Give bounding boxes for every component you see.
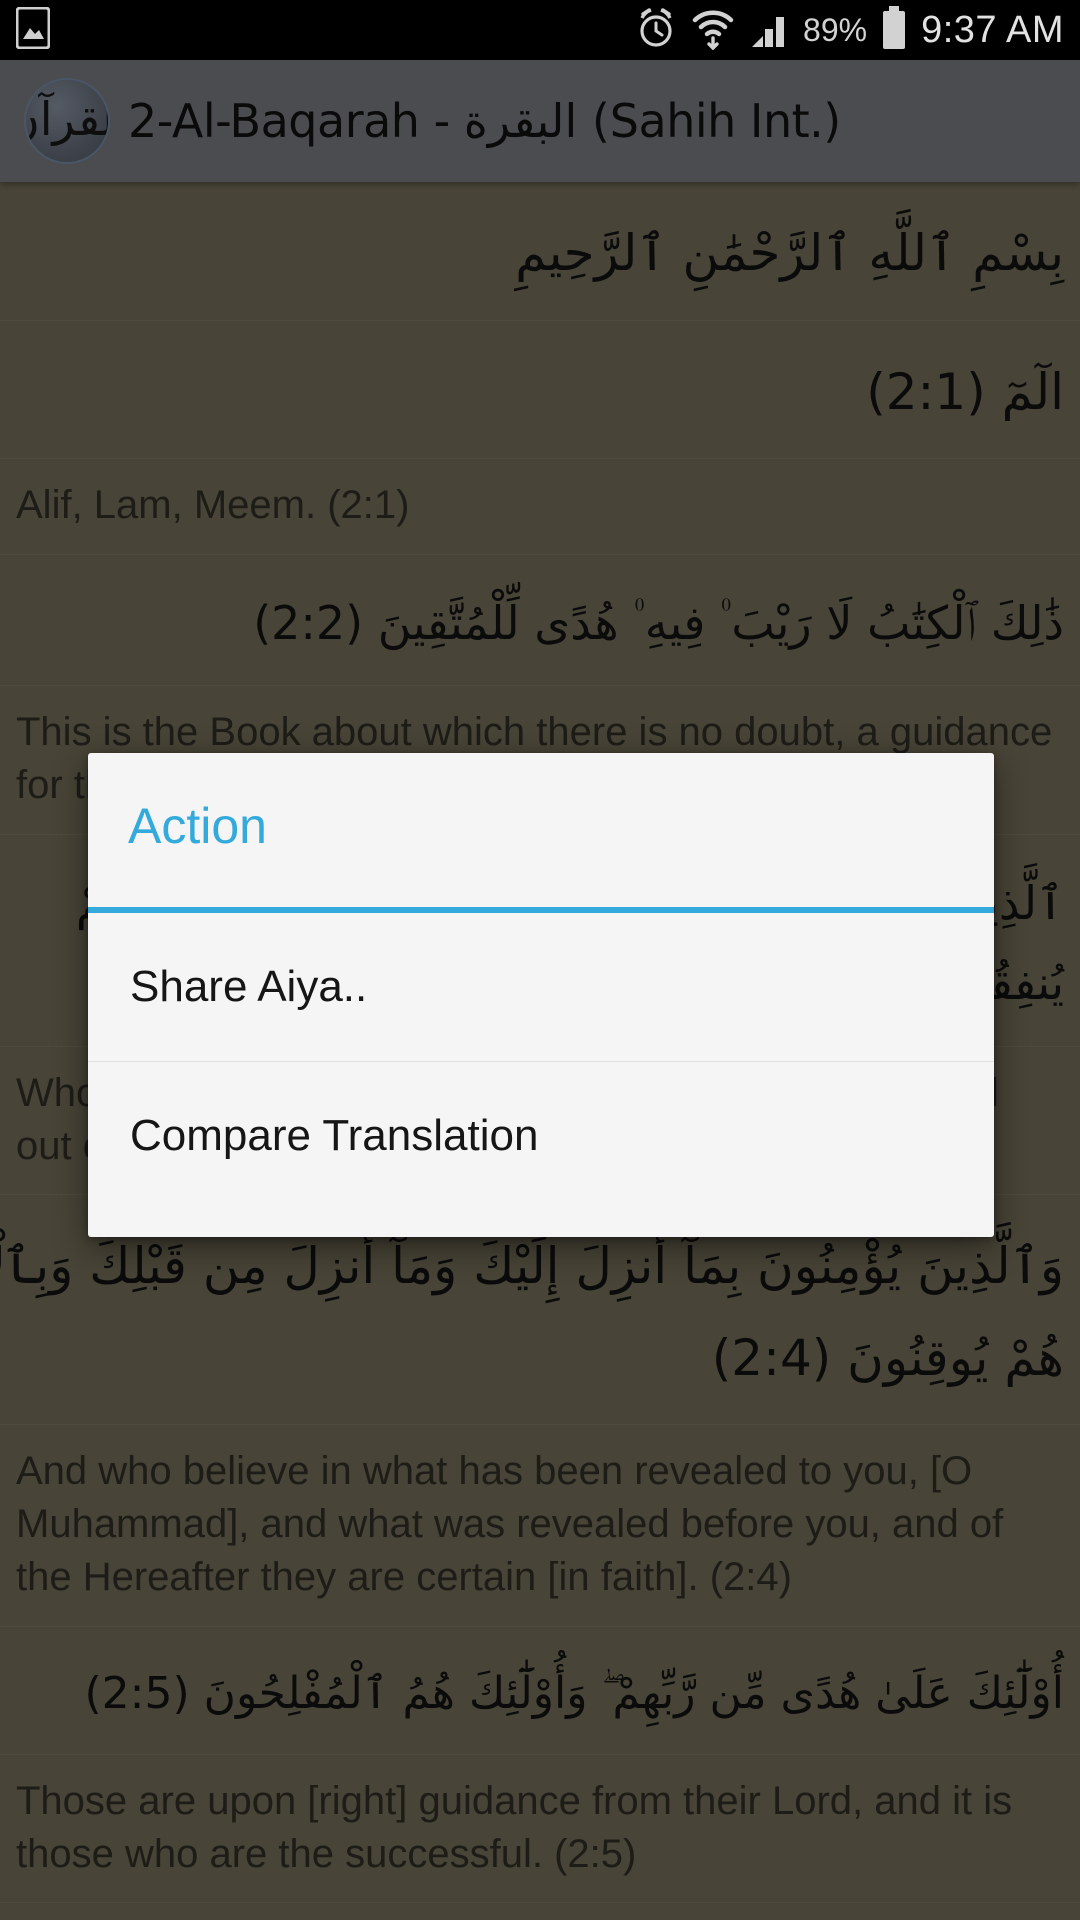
image-gallery-icon [15, 6, 51, 54]
phone-screen: 89% 9:37 AM القرآن 2-Al-Baqarah - البقرة… [0, 0, 1080, 1920]
status-bar-notifications [15, 6, 51, 54]
battery-percent-label: 89% [803, 11, 868, 48]
action-dialog: Action Share Aiya.. Compare Translation [88, 753, 994, 1237]
wifi-icon [691, 6, 735, 55]
cellular-signal-icon [749, 7, 789, 54]
battery-icon [881, 5, 907, 55]
dialog-item-compare-translation[interactable]: Compare Translation [88, 1061, 994, 1209]
dialog-item-share-aiya[interactable]: Share Aiya.. [88, 913, 994, 1061]
dialog-item-list: Share Aiya.. Compare Translation [88, 913, 994, 1237]
status-bar-clock: 9:37 AM [921, 8, 1064, 51]
alarm-clock-icon [635, 6, 677, 55]
dialog-accent-divider [88, 907, 994, 913]
status-bar: 89% 9:37 AM [0, 0, 1080, 60]
status-bar-system-icons: 89% 9:37 AM [635, 5, 1064, 55]
dialog-title: Action [128, 798, 267, 854]
dialog-header: Action [88, 753, 994, 913]
